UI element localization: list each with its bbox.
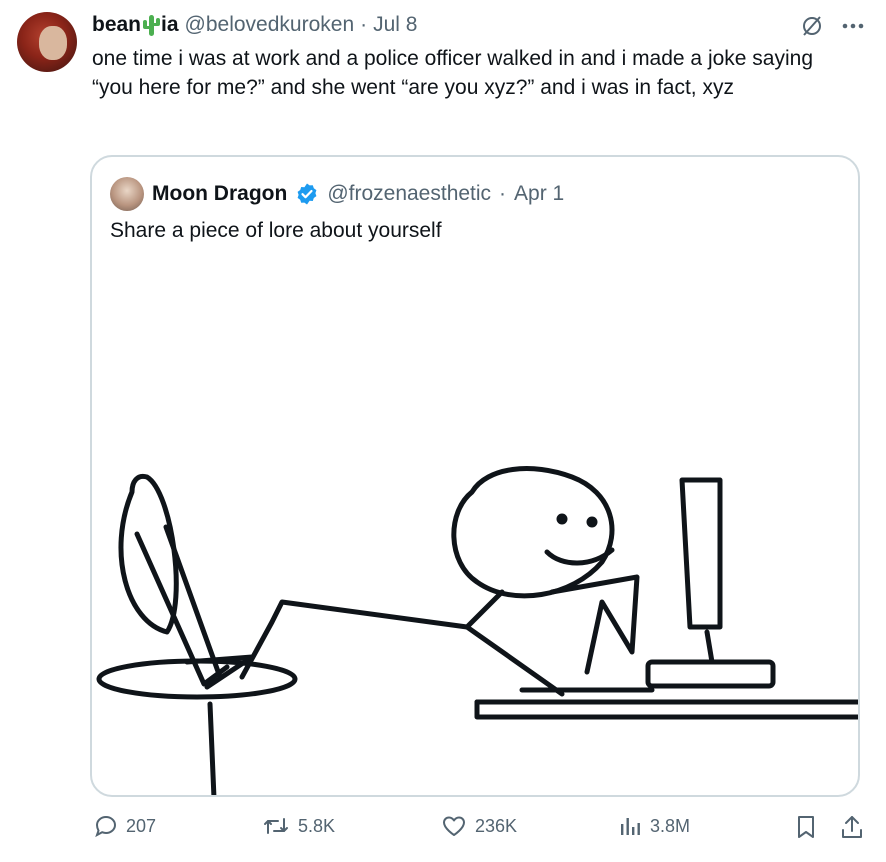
separator-dot: · [360,13,368,36]
verified-icon [295,182,319,206]
reply-icon [94,814,118,838]
repost-button[interactable]: 5.8K [262,814,335,838]
grok-icon[interactable] [800,14,824,38]
views-button[interactable]: 3.8M [618,814,690,838]
bookmark-button[interactable] [795,814,817,840]
tweet-date[interactable]: Jul 8 [373,13,417,37]
cactus-emoji-icon [141,13,161,37]
repost-icon [262,814,290,838]
tweet-header: bean ia @belovedkuroken · Jul 8 [92,12,417,38]
quoted-tweet[interactable]: Moon Dragon @frozenaesthetic · Apr 1 Sha… [90,155,860,797]
quoted-tweet-header: Moon Dragon @frozenaesthetic · Apr 1 [110,177,564,211]
like-count: 236K [475,815,518,836]
author-avatar[interactable] [17,12,77,72]
bookmark-icon [795,814,817,840]
reply-button[interactable]: 207 [94,814,156,838]
quoted-tweet-date[interactable]: Apr 1 [514,182,564,206]
author-name[interactable]: bean ia [92,13,179,37]
quoted-author-avatar[interactable] [110,177,144,211]
tweet-top-icons [800,14,864,38]
share-icon [840,814,864,840]
more-icon[interactable] [842,23,864,29]
like-button[interactable]: 236K [441,814,517,838]
stick-figure-drawing-image[interactable] [92,422,860,797]
quoted-author-name[interactable]: Moon Dragon [152,182,287,206]
quoted-author-handle[interactable]: @frozenaesthetic [327,182,491,206]
share-button[interactable] [840,814,864,840]
views-icon [618,814,642,838]
separator-dot: · [499,182,507,205]
author-handle[interactable]: @belovedkuroken [185,13,355,37]
tweet-text: one time i was at work and a police offi… [92,47,814,99]
repost-count: 5.8K [298,815,336,836]
tweet-actions: 207 5.8K 236K 3.8M [0,814,886,850]
quoted-tweet-text: Share a piece of lore about yourself [110,219,442,242]
reply-count: 207 [126,815,157,836]
views-count: 3.8M [650,815,691,836]
like-icon [441,814,467,838]
